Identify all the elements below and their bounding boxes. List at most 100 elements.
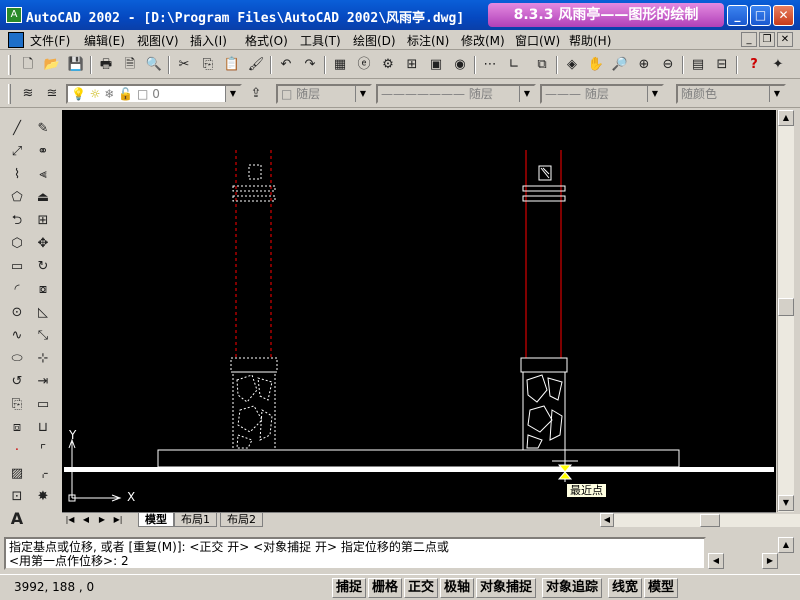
- close-button[interactable]: ✕: [773, 5, 794, 26]
- osnap-toggle[interactable]: 对象捕捉: [476, 578, 537, 598]
- rectangle-icon[interactable]: ▭: [6, 256, 28, 278]
- menu-file[interactable]: 文件(F): [30, 32, 70, 49]
- command-scroll-up[interactable]: ▲: [778, 537, 794, 553]
- polar-toggle[interactable]: 极轴: [440, 578, 475, 598]
- ellipse-arc-icon[interactable]: ↺: [6, 371, 28, 393]
- tab-layout2[interactable]: 布局2: [220, 513, 263, 527]
- chevron-down-icon[interactable]: ▼: [647, 86, 662, 102]
- plotstyle-dropdown[interactable]: 随颜色 ▼: [676, 84, 786, 104]
- new-file-icon[interactable]: 🗋: [18, 55, 38, 75]
- polyline-icon[interactable]: ⌇: [6, 164, 28, 186]
- mdi-minimize-button[interactable]: _: [741, 32, 757, 47]
- zoom-window-icon[interactable]: ⊕: [634, 55, 654, 75]
- ucs-icon[interactable]: ∟: [504, 55, 524, 75]
- region-icon[interactable]: ⊡: [6, 486, 28, 508]
- find-icon[interactable]: 🔍: [144, 55, 164, 75]
- ortho-toggle[interactable]: 正交: [404, 578, 439, 598]
- help-icon[interactable]: ?: [744, 55, 764, 75]
- layer-manager-icon[interactable]: ≋: [18, 84, 38, 104]
- command-scrollbar[interactable]: ▲ ◀ ▶: [708, 537, 796, 570]
- break-icon[interactable]: ▭: [32, 394, 54, 416]
- grid-toggle[interactable]: 栅格: [368, 578, 403, 598]
- construction-line-icon[interactable]: ⤢: [6, 141, 28, 163]
- arc-icon[interactable]: ◜: [6, 279, 28, 301]
- ellipse-icon[interactable]: ⬭: [6, 348, 28, 370]
- minimize-button[interactable]: _: [727, 5, 748, 26]
- array-icon[interactable]: ⊞: [32, 210, 54, 232]
- hexagon-icon[interactable]: ⬡: [6, 233, 28, 255]
- dbconnect-icon[interactable]: ⚙: [378, 55, 398, 75]
- scroll-left-button[interactable]: ◀: [600, 513, 614, 527]
- document-icon[interactable]: [8, 32, 24, 48]
- copy-object-icon[interactable]: ⚭: [32, 141, 54, 163]
- express-tools-icon[interactable]: ✦: [768, 55, 788, 75]
- mdi-restore-button[interactable]: ❐: [759, 32, 775, 47]
- fillet-icon[interactable]: ⌌: [32, 463, 54, 485]
- tool-palette-icon[interactable]: ▣: [426, 55, 446, 75]
- copy-icon[interactable]: ⎘: [198, 55, 218, 75]
- trim-icon[interactable]: ⊹: [32, 348, 54, 370]
- menu-edit[interactable]: 编辑(E): [84, 32, 125, 49]
- circle-icon[interactable]: ⊙: [6, 302, 28, 324]
- 3d-orbit-icon[interactable]: ◈: [562, 55, 582, 75]
- cut-icon[interactable]: ✂: [174, 55, 194, 75]
- point-icon[interactable]: ·: [6, 440, 28, 462]
- named-views-icon[interactable]: ⧉: [532, 55, 552, 75]
- layer-dropdown[interactable]: 💡 ☼ ❄ 🔓 □ 0 ▼: [66, 84, 242, 104]
- color-dropdown[interactable]: □ 随层 ▼: [276, 84, 372, 104]
- print-icon[interactable]: 🖶: [96, 55, 116, 75]
- undo-icon[interactable]: ↶: [276, 55, 296, 75]
- menu-help[interactable]: 帮助(H): [569, 32, 611, 49]
- toolbar-grip[interactable]: [8, 84, 11, 104]
- tab-model[interactable]: 模型: [138, 513, 174, 527]
- model-toggle[interactable]: 模型: [644, 578, 679, 598]
- rectangle-small-icon[interactable]: ⮌: [6, 210, 28, 232]
- internet-icon[interactable]: ⓔ: [354, 55, 374, 75]
- first-tab-button[interactable]: |◀: [64, 514, 76, 526]
- chevron-down-icon[interactable]: ▼: [355, 86, 370, 102]
- menu-dimension[interactable]: 标注(N): [407, 32, 449, 49]
- scroll-up-button[interactable]: ▲: [778, 110, 794, 126]
- lengthen-icon[interactable]: ⤡: [32, 325, 54, 347]
- layer-previous-icon[interactable]: ≊: [42, 84, 62, 104]
- linetype-dropdown[interactable]: ——————— 随层 ▼: [376, 84, 536, 104]
- otrack-toggle[interactable]: 对象追踪: [542, 578, 603, 598]
- lineweight-dropdown[interactable]: ——— 随层 ▼: [540, 84, 664, 104]
- explode-icon[interactable]: ✸: [32, 486, 54, 508]
- horizontal-scrollbar[interactable]: ◀ ▶: [600, 513, 800, 527]
- open-folder-icon[interactable]: 📂: [42, 55, 62, 75]
- extend-icon[interactable]: ⇥: [32, 371, 54, 393]
- insert-block-icon[interactable]: ⎘: [6, 394, 28, 416]
- menu-insert[interactable]: 插入(I): [190, 32, 227, 49]
- spline-icon[interactable]: ∿: [6, 325, 28, 347]
- mirror-icon[interactable]: ⫷: [32, 164, 54, 186]
- object-snap-icon[interactable]: ⋯: [480, 55, 500, 75]
- redo-icon[interactable]: ↷: [300, 55, 320, 75]
- prev-tab-button[interactable]: ◀: [80, 514, 92, 526]
- hatch-icon[interactable]: ▨: [6, 463, 28, 485]
- command-scroll-right[interactable]: ▶: [762, 553, 778, 569]
- menu-window[interactable]: 窗口(W): [515, 32, 560, 49]
- toolbar-grip[interactable]: [8, 55, 11, 75]
- stretch-icon[interactable]: ◺: [32, 302, 54, 324]
- vertical-scrollbar[interactable]: ▲ ▼: [777, 110, 794, 512]
- zoom-realtime-icon[interactable]: 🔎: [610, 55, 630, 75]
- last-tab-button[interactable]: ▶|: [112, 514, 124, 526]
- multiline-text-icon[interactable]: A: [6, 508, 28, 530]
- pan-realtime-icon[interactable]: ✋: [586, 55, 606, 75]
- properties-icon[interactable]: ⊞: [402, 55, 422, 75]
- horizontal-scroll-thumb[interactable]: [700, 514, 720, 527]
- next-tab-button[interactable]: ▶: [96, 514, 108, 526]
- menu-draw[interactable]: 绘图(D): [353, 32, 396, 49]
- autocad-app-icon[interactable]: A: [6, 7, 22, 23]
- save-icon[interactable]: 💾: [66, 55, 86, 75]
- print-preview-icon[interactable]: 🗎: [120, 55, 140, 75]
- make-object-layer-current-icon[interactable]: ⇪: [246, 84, 266, 104]
- command-window[interactable]: 指定基点或位移, 或者 [重复(M)]: <正交 开> <对象捕捉 开> 指定位…: [4, 537, 706, 570]
- vertical-scroll-thumb[interactable]: [778, 298, 794, 316]
- scroll-down-button[interactable]: ▼: [778, 495, 794, 511]
- properties-window-icon[interactable]: ▤: [688, 55, 708, 75]
- zoom-previous-icon[interactable]: ⊖: [658, 55, 678, 75]
- adcenter-icon[interactable]: ⊟: [712, 55, 732, 75]
- command-scroll-left[interactable]: ◀: [708, 553, 724, 569]
